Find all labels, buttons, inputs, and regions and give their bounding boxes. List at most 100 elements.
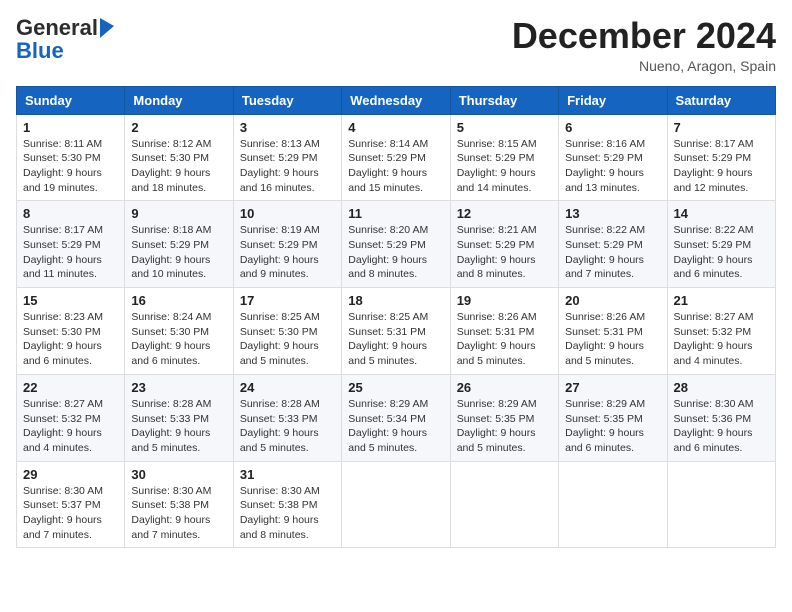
day-info: Sunrise: 8:21 AM Sunset: 5:29 PM Dayligh… [457,223,552,282]
calendar-cell: 12 Sunrise: 8:21 AM Sunset: 5:29 PM Dayl… [450,201,558,288]
calendar-cell: 4 Sunrise: 8:14 AM Sunset: 5:29 PM Dayli… [342,114,450,201]
day-info: Sunrise: 8:25 AM Sunset: 5:31 PM Dayligh… [348,310,443,369]
weekday-header-friday: Friday [559,86,667,114]
calendar-cell: 20 Sunrise: 8:26 AM Sunset: 5:31 PM Dayl… [559,288,667,375]
day-info: Sunrise: 8:29 AM Sunset: 5:34 PM Dayligh… [348,397,443,456]
day-number: 4 [348,120,443,135]
logo-general-text: General [16,16,98,40]
day-number: 31 [240,467,335,482]
calendar-cell: 22 Sunrise: 8:27 AM Sunset: 5:32 PM Dayl… [17,374,125,461]
day-number: 27 [565,380,660,395]
calendar-cell [667,461,775,548]
day-number: 11 [348,206,443,221]
calendar-cell: 26 Sunrise: 8:29 AM Sunset: 5:35 PM Dayl… [450,374,558,461]
day-number: 19 [457,293,552,308]
calendar-cell: 25 Sunrise: 8:29 AM Sunset: 5:34 PM Dayl… [342,374,450,461]
day-number: 29 [23,467,118,482]
weekday-header-wednesday: Wednesday [342,86,450,114]
calendar-week-3: 15 Sunrise: 8:23 AM Sunset: 5:30 PM Dayl… [17,288,776,375]
month-title: December 2024 [512,16,776,56]
day-info: Sunrise: 8:15 AM Sunset: 5:29 PM Dayligh… [457,137,552,196]
calendar-cell: 10 Sunrise: 8:19 AM Sunset: 5:29 PM Dayl… [233,201,341,288]
calendar-cell: 15 Sunrise: 8:23 AM Sunset: 5:30 PM Dayl… [17,288,125,375]
day-number: 15 [23,293,118,308]
calendar-cell [559,461,667,548]
day-info: Sunrise: 8:18 AM Sunset: 5:29 PM Dayligh… [131,223,226,282]
day-number: 2 [131,120,226,135]
day-number: 20 [565,293,660,308]
day-number: 12 [457,206,552,221]
day-info: Sunrise: 8:28 AM Sunset: 5:33 PM Dayligh… [240,397,335,456]
calendar-cell: 14 Sunrise: 8:22 AM Sunset: 5:29 PM Dayl… [667,201,775,288]
calendar-cell: 17 Sunrise: 8:25 AM Sunset: 5:30 PM Dayl… [233,288,341,375]
calendar-cell: 6 Sunrise: 8:16 AM Sunset: 5:29 PM Dayli… [559,114,667,201]
day-number: 9 [131,206,226,221]
day-number: 6 [565,120,660,135]
day-number: 16 [131,293,226,308]
logo-icon [100,18,114,38]
logo: General Blue [16,16,114,62]
calendar-week-1: 1 Sunrise: 8:11 AM Sunset: 5:30 PM Dayli… [17,114,776,201]
weekday-header-sunday: Sunday [17,86,125,114]
calendar-cell: 11 Sunrise: 8:20 AM Sunset: 5:29 PM Dayl… [342,201,450,288]
day-info: Sunrise: 8:12 AM Sunset: 5:30 PM Dayligh… [131,137,226,196]
day-number: 8 [23,206,118,221]
logo-blue-text: Blue [16,40,64,62]
day-number: 13 [565,206,660,221]
day-info: Sunrise: 8:17 AM Sunset: 5:29 PM Dayligh… [674,137,769,196]
calendar-week-5: 29 Sunrise: 8:30 AM Sunset: 5:37 PM Dayl… [17,461,776,548]
calendar-cell: 27 Sunrise: 8:29 AM Sunset: 5:35 PM Dayl… [559,374,667,461]
day-info: Sunrise: 8:30 AM Sunset: 5:38 PM Dayligh… [240,484,335,543]
calendar-table: SundayMondayTuesdayWednesdayThursdayFrid… [16,86,776,549]
weekday-header-monday: Monday [125,86,233,114]
day-info: Sunrise: 8:30 AM Sunset: 5:38 PM Dayligh… [131,484,226,543]
calendar-week-4: 22 Sunrise: 8:27 AM Sunset: 5:32 PM Dayl… [17,374,776,461]
calendar-cell: 29 Sunrise: 8:30 AM Sunset: 5:37 PM Dayl… [17,461,125,548]
day-info: Sunrise: 8:30 AM Sunset: 5:37 PM Dayligh… [23,484,118,543]
day-info: Sunrise: 8:24 AM Sunset: 5:30 PM Dayligh… [131,310,226,369]
day-info: Sunrise: 8:27 AM Sunset: 5:32 PM Dayligh… [674,310,769,369]
day-info: Sunrise: 8:20 AM Sunset: 5:29 PM Dayligh… [348,223,443,282]
title-block: December 2024 Nueno, Aragon, Spain [512,16,776,74]
calendar-cell: 3 Sunrise: 8:13 AM Sunset: 5:29 PM Dayli… [233,114,341,201]
weekday-header-saturday: Saturday [667,86,775,114]
day-info: Sunrise: 8:13 AM Sunset: 5:29 PM Dayligh… [240,137,335,196]
calendar-week-2: 8 Sunrise: 8:17 AM Sunset: 5:29 PM Dayli… [17,201,776,288]
calendar-cell: 2 Sunrise: 8:12 AM Sunset: 5:30 PM Dayli… [125,114,233,201]
day-number: 26 [457,380,552,395]
day-info: Sunrise: 8:28 AM Sunset: 5:33 PM Dayligh… [131,397,226,456]
calendar-cell: 23 Sunrise: 8:28 AM Sunset: 5:33 PM Dayl… [125,374,233,461]
day-number: 17 [240,293,335,308]
day-number: 30 [131,467,226,482]
day-number: 7 [674,120,769,135]
day-info: Sunrise: 8:29 AM Sunset: 5:35 PM Dayligh… [565,397,660,456]
calendar-cell: 5 Sunrise: 8:15 AM Sunset: 5:29 PM Dayli… [450,114,558,201]
day-number: 24 [240,380,335,395]
day-number: 23 [131,380,226,395]
day-number: 5 [457,120,552,135]
day-info: Sunrise: 8:29 AM Sunset: 5:35 PM Dayligh… [457,397,552,456]
day-number: 21 [674,293,769,308]
day-info: Sunrise: 8:25 AM Sunset: 5:30 PM Dayligh… [240,310,335,369]
weekday-header-tuesday: Tuesday [233,86,341,114]
calendar-cell: 16 Sunrise: 8:24 AM Sunset: 5:30 PM Dayl… [125,288,233,375]
day-info: Sunrise: 8:26 AM Sunset: 5:31 PM Dayligh… [565,310,660,369]
calendar-cell: 1 Sunrise: 8:11 AM Sunset: 5:30 PM Dayli… [17,114,125,201]
day-info: Sunrise: 8:26 AM Sunset: 5:31 PM Dayligh… [457,310,552,369]
weekday-header-thursday: Thursday [450,86,558,114]
day-info: Sunrise: 8:22 AM Sunset: 5:29 PM Dayligh… [674,223,769,282]
calendar-cell: 7 Sunrise: 8:17 AM Sunset: 5:29 PM Dayli… [667,114,775,201]
calendar-cell: 31 Sunrise: 8:30 AM Sunset: 5:38 PM Dayl… [233,461,341,548]
day-info: Sunrise: 8:27 AM Sunset: 5:32 PM Dayligh… [23,397,118,456]
day-number: 10 [240,206,335,221]
day-info: Sunrise: 8:19 AM Sunset: 5:29 PM Dayligh… [240,223,335,282]
calendar-cell: 9 Sunrise: 8:18 AM Sunset: 5:29 PM Dayli… [125,201,233,288]
calendar-cell: 8 Sunrise: 8:17 AM Sunset: 5:29 PM Dayli… [17,201,125,288]
day-info: Sunrise: 8:22 AM Sunset: 5:29 PM Dayligh… [565,223,660,282]
day-number: 18 [348,293,443,308]
calendar-cell: 24 Sunrise: 8:28 AM Sunset: 5:33 PM Dayl… [233,374,341,461]
day-info: Sunrise: 8:23 AM Sunset: 5:30 PM Dayligh… [23,310,118,369]
weekday-header-row: SundayMondayTuesdayWednesdayThursdayFrid… [17,86,776,114]
day-info: Sunrise: 8:17 AM Sunset: 5:29 PM Dayligh… [23,223,118,282]
day-info: Sunrise: 8:16 AM Sunset: 5:29 PM Dayligh… [565,137,660,196]
